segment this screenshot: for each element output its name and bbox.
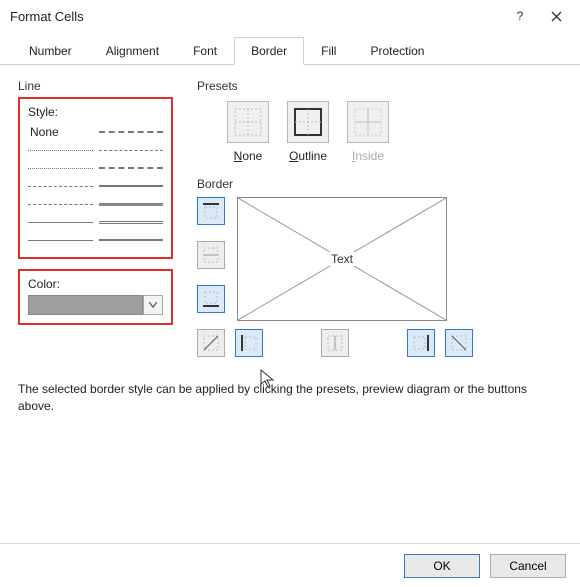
line-style-opt[interactable]	[99, 177, 164, 195]
line-style-opt[interactable]	[99, 231, 164, 249]
border-preview[interactable]: Text	[237, 197, 447, 321]
tab-border[interactable]: Border	[234, 37, 304, 65]
border-diag-up-button[interactable]	[197, 329, 225, 357]
border-mid-v-icon	[326, 334, 344, 352]
line-style-opt[interactable]	[99, 213, 164, 231]
line-group: Line Style: None	[18, 79, 173, 325]
dialog-footer: OK Cancel	[0, 543, 580, 587]
diag-up-icon	[202, 334, 220, 352]
style-label: Style:	[28, 105, 163, 119]
presets-group: Presets None Outline	[197, 79, 562, 163]
help-text: The selected border style can be applied…	[0, 371, 580, 416]
line-style-opt[interactable]	[28, 195, 93, 213]
color-dropdown-button[interactable]	[143, 295, 163, 315]
line-style-opt[interactable]	[28, 213, 93, 231]
preset-none-label: None	[234, 149, 263, 163]
border-group: Border Text	[197, 177, 562, 357]
preset-outline-label: Outline	[289, 149, 327, 163]
tab-number[interactable]: Number	[12, 37, 89, 65]
preset-outline-icon	[293, 107, 323, 137]
preview-text: Text	[329, 252, 355, 266]
window-title: Format Cells	[10, 9, 502, 24]
border-diag-down-button[interactable]	[445, 329, 473, 357]
border-top-icon	[202, 202, 220, 220]
line-style-opt[interactable]	[99, 159, 164, 177]
border-legend: Border	[197, 177, 233, 191]
preset-inside-icon	[353, 107, 383, 137]
border-left-button[interactable]	[235, 329, 263, 357]
border-middle-v-button[interactable]	[321, 329, 349, 357]
border-right-button[interactable]	[407, 329, 435, 357]
preset-inside-button[interactable]	[347, 101, 389, 143]
preset-none-icon	[233, 107, 263, 137]
cancel-button[interactable]: Cancel	[490, 554, 566, 578]
diag-down-icon	[450, 334, 468, 352]
line-color-picker[interactable]	[28, 295, 163, 315]
border-middle-h-button[interactable]	[197, 241, 225, 269]
presets-legend: Presets	[197, 79, 238, 93]
tab-fill[interactable]: Fill	[304, 37, 353, 65]
line-style-picker: None	[28, 123, 163, 249]
tab-protection[interactable]: Protection	[353, 37, 441, 65]
border-mid-h-icon	[202, 246, 220, 264]
line-style-opt[interactable]	[28, 159, 93, 177]
border-right-icon	[412, 334, 430, 352]
title-bar: Format Cells ?	[0, 0, 580, 32]
color-label: Color:	[28, 277, 163, 291]
line-style-opt[interactable]	[99, 195, 164, 213]
close-icon	[551, 11, 562, 22]
style-highlight-box: Style: None	[18, 97, 173, 259]
line-style-opt[interactable]	[28, 231, 93, 249]
tab-strip: Number Alignment Font Border Fill Protec…	[0, 36, 580, 65]
line-style-opt[interactable]	[99, 123, 164, 141]
preset-inside-label: Inside	[352, 149, 384, 163]
line-style-opt[interactable]	[99, 141, 164, 159]
border-bottom-icon	[202, 290, 220, 308]
border-top-button[interactable]	[197, 197, 225, 225]
line-style-none[interactable]: None	[28, 123, 93, 141]
color-highlight-box: Color:	[18, 269, 173, 325]
tab-font[interactable]: Font	[176, 37, 234, 65]
line-style-opt[interactable]	[28, 141, 93, 159]
tab-alignment[interactable]: Alignment	[89, 37, 176, 65]
help-button[interactable]: ?	[502, 2, 538, 30]
preset-none-button[interactable]	[227, 101, 269, 143]
close-button[interactable]	[538, 2, 574, 30]
border-left-icon	[240, 334, 258, 352]
line-style-opt[interactable]	[28, 177, 93, 195]
color-swatch	[28, 295, 143, 315]
preset-outline-button[interactable]	[287, 101, 329, 143]
chevron-down-icon	[149, 302, 157, 308]
border-bottom-button[interactable]	[197, 285, 225, 313]
ok-button[interactable]: OK	[404, 554, 480, 578]
line-legend: Line	[18, 79, 41, 93]
